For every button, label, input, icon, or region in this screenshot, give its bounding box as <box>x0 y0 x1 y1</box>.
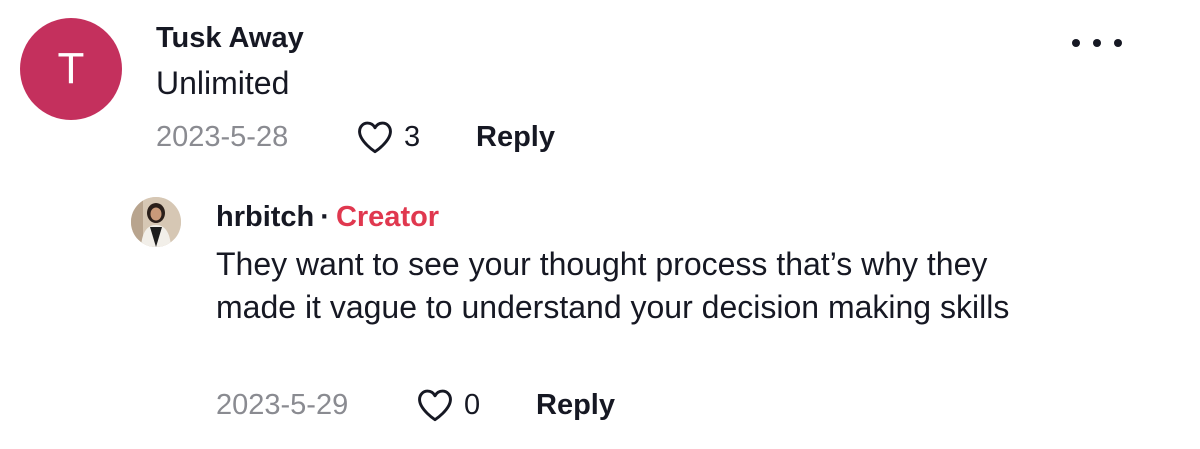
creator-badge: Creator <box>335 201 440 233</box>
like-button[interactable]: 0 <box>416 388 536 422</box>
reply-header: hrbitch · Creator <box>216 201 439 234</box>
avatar-initial: T <box>57 44 85 93</box>
heart-icon <box>358 121 392 154</box>
like-button[interactable]: 3 <box>356 120 476 154</box>
avatar[interactable] <box>131 197 181 247</box>
comment-username[interactable]: Tusk Away <box>156 22 304 55</box>
reply-comment: hrbitch · Creator They want to see your th… <box>0 180 1200 449</box>
comment-username[interactable]: hrbitch <box>216 201 314 233</box>
comment-meta: 2023-5-29 0 Reply <box>216 388 615 422</box>
separator: · <box>320 201 330 233</box>
like-count: 3 <box>404 120 421 153</box>
avatar[interactable]: T <box>20 18 122 120</box>
comment: T Tusk Away Unlimited 2023-5-28 3 Reply <box>0 0 1200 180</box>
heart-icon <box>418 389 452 422</box>
reply-button[interactable]: Reply <box>536 389 615 422</box>
comment-text: Unlimited <box>156 65 290 101</box>
comment-meta: 2023-5-28 3 Reply <box>156 120 555 154</box>
more-options-icon[interactable] <box>1072 36 1122 50</box>
comment-text: They want to see your thought process th… <box>216 246 1010 325</box>
reply-button[interactable]: Reply <box>476 121 555 154</box>
user-photo-icon <box>131 197 181 247</box>
like-count: 0 <box>464 388 481 421</box>
comment-date: 2023-5-29 <box>216 388 349 421</box>
comment-date: 2023-5-28 <box>156 120 289 153</box>
